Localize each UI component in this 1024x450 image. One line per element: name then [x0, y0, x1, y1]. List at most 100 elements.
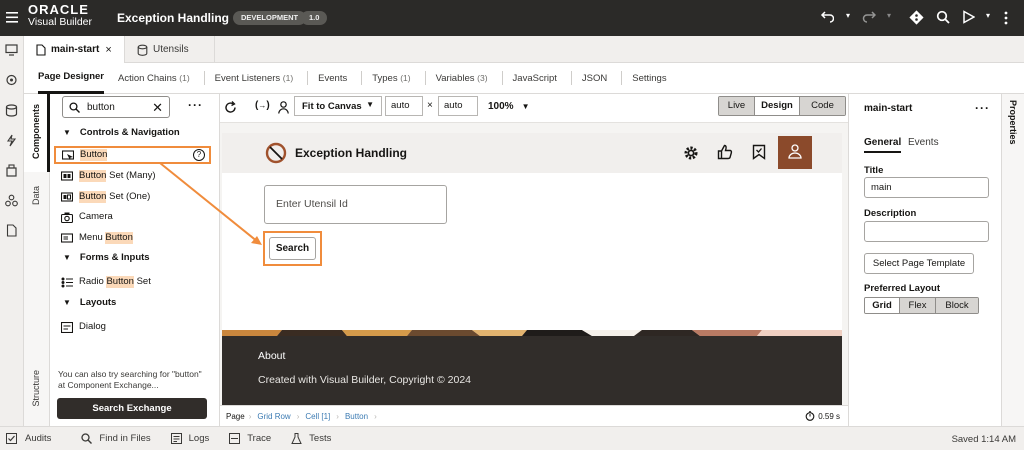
mode-code-button[interactable]: Code	[800, 97, 845, 115]
mode-design-button[interactable]: Design	[754, 97, 800, 115]
tab-page-designer[interactable]: Page Designer	[38, 63, 104, 94]
logs-button[interactable]: Logs	[170, 433, 209, 444]
tab-main-start[interactable]: main-start ×	[24, 36, 125, 63]
processes-icon[interactable]	[5, 134, 18, 147]
variables-icon[interactable]: (→)	[255, 100, 270, 111]
component-menu-button[interactable]: Menu Button	[61, 228, 133, 248]
canvas-width-input[interactable]: auto	[385, 96, 423, 116]
component-search-box[interactable]: button ✕	[62, 96, 170, 118]
tab-events[interactable]: Events	[908, 137, 939, 148]
trace-icon	[229, 433, 241, 444]
side-tab-components[interactable]: Components	[24, 94, 50, 172]
component-button-set-one[interactable]: Button Set (One)	[61, 187, 150, 207]
tab-action-chains[interactable]: Action Chains (1)	[118, 63, 190, 94]
thumbs-up-icon[interactable]	[717, 144, 733, 160]
preview-footer: About Created with Visual Builder, Copyr…	[222, 336, 842, 405]
undo-menu-chevron-icon[interactable]: ▾	[846, 11, 850, 20]
resources-icon[interactable]	[5, 224, 18, 237]
group-controls-navigation[interactable]: ▼ Controls & Navigation	[63, 127, 180, 138]
component-dialog[interactable]: Dialog	[61, 317, 106, 337]
select-page-template-button[interactable]: Select Page Template	[864, 253, 974, 274]
search-button[interactable]: Search	[269, 237, 316, 260]
breadcrumb-page[interactable]: Page	[222, 412, 249, 421]
refresh-icon[interactable]	[224, 101, 237, 114]
layouts-icon[interactable]	[5, 194, 18, 207]
tests-button[interactable]: Tests	[291, 433, 331, 444]
bottom-bar: Audits Find in Files Logs Trace Tests Sa…	[0, 426, 1024, 450]
tab-json[interactable]: JSON	[582, 63, 607, 94]
stopwatch-icon	[805, 411, 815, 421]
find-in-files-button[interactable]: Find in Files	[81, 433, 151, 444]
component-button-set-many[interactable]: Button Set (Many)	[61, 166, 156, 186]
user-avatar[interactable]	[778, 136, 812, 169]
dialog-icon	[61, 321, 73, 333]
component-button[interactable]: Button ?	[54, 146, 211, 164]
business-object-icon	[137, 44, 148, 56]
preview-title: Exception Handling	[295, 146, 408, 160]
description-input[interactable]	[864, 221, 989, 242]
tab-variables[interactable]: Variables (3)	[436, 63, 488, 94]
title-input[interactable]: main	[864, 177, 989, 198]
component-radio-button-set[interactable]: Radio Button Set	[61, 272, 151, 292]
utensil-id-input[interactable]: Enter Utensil Id	[264, 185, 447, 224]
properties-side-tab[interactable]: Properties	[1001, 94, 1024, 426]
run-menu-chevron-icon[interactable]: ▾	[986, 11, 990, 20]
canvas-height-input[interactable]: auto	[438, 96, 478, 116]
breadcrumb-grid-row[interactable]: Grid Row	[251, 412, 296, 421]
tab-settings[interactable]: Settings	[632, 63, 666, 94]
exchange-hint: You can also try searching for "button" …	[58, 369, 202, 390]
tab-utensils-label: Utensils	[153, 44, 189, 55]
settings-gear-icon[interactable]	[683, 145, 699, 161]
search-button[interactable]	[936, 10, 950, 24]
tab-utensils[interactable]: Utensils	[125, 36, 215, 63]
clear-search-icon[interactable]: ✕	[152, 100, 163, 116]
group-layouts[interactable]: ▼ Layouts	[63, 297, 116, 308]
trace-button[interactable]: Trace	[229, 433, 271, 444]
oracle-logo: ORACLE Visual Builder	[28, 3, 92, 28]
tab-event-listeners[interactable]: Event Listeners (1)	[215, 63, 294, 94]
menu-button-icon	[61, 233, 73, 243]
services-icon[interactable]	[5, 74, 18, 86]
side-tab-data[interactable]: Data	[24, 178, 50, 218]
web-apps-icon[interactable]	[5, 44, 18, 56]
tab-javascript[interactable]: JavaScript	[513, 63, 557, 94]
component-search-input[interactable]: button	[87, 102, 115, 113]
search-exchange-button[interactable]: Search Exchange	[57, 398, 207, 419]
more-options-icon[interactable]	[1004, 11, 1008, 25]
tab-events[interactable]: Events	[318, 63, 347, 94]
components-nav-icon[interactable]	[5, 164, 18, 177]
group-forms-inputs[interactable]: ▼ Forms & Inputs	[63, 252, 150, 263]
bookmark-icon[interactable]	[752, 144, 766, 160]
tab-general[interactable]: General	[864, 137, 902, 153]
audits-button[interactable]: Audits	[6, 433, 51, 444]
layout-block-option[interactable]: Block	[935, 298, 978, 313]
view-mode-switch: Live Design Code	[718, 96, 846, 116]
mode-live-button[interactable]: Live	[719, 97, 754, 115]
footer-about-link[interactable]: About	[258, 350, 285, 362]
fit-to-canvas-select[interactable]: Fit to Canvas ▼	[294, 96, 382, 116]
breadcrumb-cell[interactable]: Cell [1]	[299, 412, 336, 421]
radio-set-icon	[61, 277, 73, 287]
redo-button[interactable]	[862, 10, 876, 24]
layout-flex-option[interactable]: Flex	[899, 298, 935, 313]
zoom-select[interactable]: 100% ▼	[488, 101, 530, 112]
selected-outline: Search	[263, 231, 322, 266]
business-objects-icon[interactable]	[5, 104, 18, 117]
component-camera[interactable]: Camera	[61, 207, 113, 227]
close-tab-icon[interactable]: ×	[105, 44, 111, 56]
panel-more-icon[interactable]: ···	[188, 98, 203, 112]
run-button[interactable]	[962, 10, 975, 24]
undo-button[interactable]	[820, 10, 834, 24]
user-icon[interactable]	[278, 101, 289, 114]
layout-grid-option[interactable]: Grid	[865, 298, 899, 313]
footer-copyright: Created with Visual Builder, Copyright ©…	[258, 374, 471, 386]
side-tab-structure[interactable]: Structure	[24, 364, 50, 424]
page-preview: Exception Handling Enter Utensil Id Sear…	[222, 133, 842, 405]
tab-types[interactable]: Types (1)	[372, 63, 410, 94]
redo-menu-chevron-icon[interactable]: ▾	[887, 11, 891, 20]
help-icon[interactable]: ?	[193, 149, 205, 161]
breadcrumb-button[interactable]: Button	[339, 412, 374, 421]
git-button[interactable]	[909, 10, 924, 25]
hamburger-menu-icon[interactable]	[6, 12, 18, 23]
properties-more-icon[interactable]: ···	[975, 101, 990, 115]
